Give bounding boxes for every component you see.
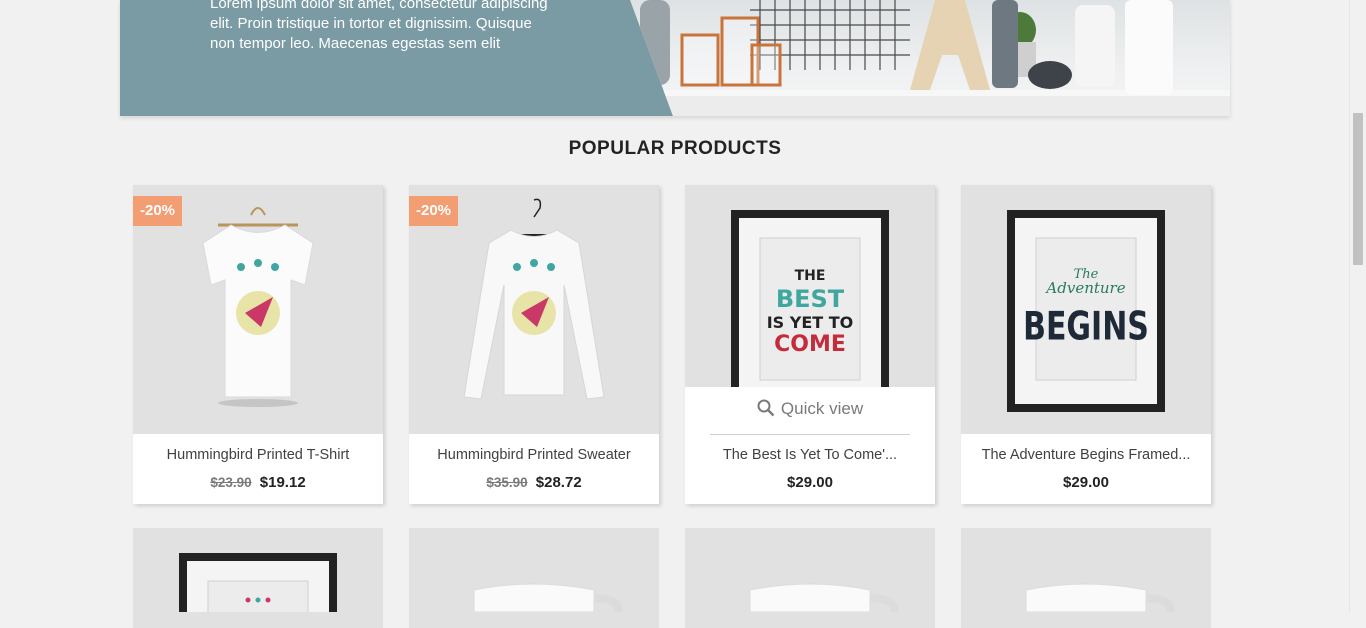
product-card[interactable] bbox=[685, 528, 935, 628]
product-card[interactable]: The Adventure BEGINS The Adventure Begin… bbox=[961, 185, 1211, 504]
product-card[interactable]: -20% Hummingbird Printed Sweater $35.90 … bbox=[409, 185, 659, 504]
svg-text:Adventure: Adventure bbox=[1044, 279, 1125, 297]
product-card[interactable] bbox=[961, 528, 1211, 628]
regular-price: $23.90 bbox=[210, 475, 252, 490]
price: $19.12 bbox=[259, 474, 306, 491]
product-image[interactable]: -20% bbox=[409, 185, 659, 434]
scrollbar-thumb[interactable] bbox=[1353, 113, 1363, 265]
price-row: $29.00 bbox=[685, 474, 935, 491]
svg-text:COME: COME bbox=[774, 332, 846, 357]
search-icon bbox=[757, 399, 775, 417]
hero-banner[interactable]: Lorem ipsum dolor sit amet, consectetur … bbox=[120, 0, 1230, 116]
svg-text:IS YET TO: IS YET TO bbox=[767, 313, 854, 332]
banner-text: Lorem ipsum dolor sit amet, consectetur … bbox=[210, 0, 548, 52]
price-row: $23.90 $19.12 bbox=[133, 474, 383, 491]
product-name[interactable]: Hummingbird Printed T-Shirt bbox=[133, 447, 383, 463]
product-image[interactable]: -20% bbox=[133, 185, 383, 434]
price-row: $35.90 $28.72 bbox=[409, 474, 659, 491]
svg-text:BEGINS: BEGINS bbox=[1023, 305, 1149, 350]
svg-text:THE: THE bbox=[795, 268, 826, 284]
product-name[interactable]: The Best Is Yet To Come'... bbox=[685, 447, 935, 463]
discount-badge: -20% bbox=[409, 196, 459, 226]
discount-badge: -20% bbox=[133, 196, 183, 226]
price: $29.00 bbox=[787, 474, 833, 491]
product-name[interactable]: Hummingbird Printed Sweater bbox=[409, 447, 659, 463]
quick-view-button[interactable]: Quick view bbox=[685, 387, 935, 435]
regular-price: $35.90 bbox=[486, 475, 528, 490]
product-image[interactable]: The Adventure BEGINS bbox=[961, 185, 1211, 434]
svg-text:BEST: BEST bbox=[776, 285, 845, 313]
price: $28.72 bbox=[535, 474, 582, 491]
section-title: POPULAR PRODUCTS bbox=[568, 138, 782, 159]
price-row: $29.00 bbox=[961, 474, 1211, 491]
quick-view-label: Quick view bbox=[780, 399, 864, 418]
product-card[interactable] bbox=[409, 528, 659, 628]
product-name[interactable]: The Adventure Begins Framed... bbox=[961, 447, 1211, 463]
product-card[interactable]: THE BEST IS YET TO COME Quick view The B… bbox=[685, 185, 935, 504]
product-card[interactable]: -20% Hummingbird Printed T-Shirt $23.90 … bbox=[133, 185, 383, 504]
scrollbar[interactable] bbox=[1349, 0, 1366, 612]
divider bbox=[710, 434, 910, 435]
product-card[interactable] bbox=[133, 528, 383, 628]
price: $29.00 bbox=[1063, 474, 1109, 491]
